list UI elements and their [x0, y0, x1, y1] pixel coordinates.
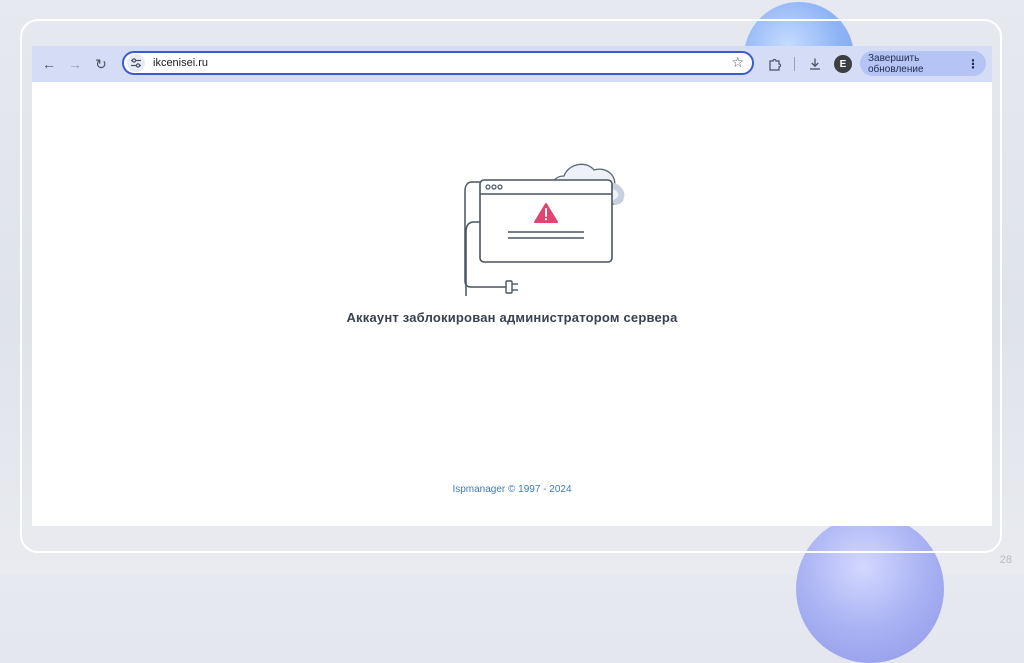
site-info-button[interactable]: [127, 54, 145, 72]
finish-update-button[interactable]: Завершить обновление ⋮: [860, 51, 986, 76]
back-button[interactable]: ←: [38, 53, 60, 75]
forward-arrow-icon: →: [68, 56, 82, 72]
address-bar[interactable]: ikcenisei.ru ☆: [122, 51, 754, 75]
blocked-message: Аккаунт заблокирован администратором сер…: [346, 310, 678, 325]
puzzle-icon: [769, 58, 782, 71]
extensions-button[interactable]: [764, 53, 786, 75]
forward-button[interactable]: →: [64, 53, 86, 75]
download-icon: [810, 58, 820, 70]
slide-number: 28: [999, 554, 1012, 566]
footer-copyright-link[interactable]: Ispmanager © 1997 - 2024: [32, 484, 992, 495]
browser-toolbar: ← → ↻ ikcenisei.ru ☆ E Завершить обновле…: [32, 46, 992, 82]
browser-window: ← → ↻ ikcenisei.ru ☆ E Завершить обновле…: [32, 46, 992, 526]
tune-icon: [131, 58, 141, 68]
bookmark-star-icon[interactable]: ☆: [731, 54, 744, 71]
reload-button[interactable]: ↻: [90, 53, 112, 75]
blocked-account-illustration: [464, 163, 625, 296]
toolbar-separator: [794, 57, 795, 71]
profile-avatar[interactable]: E: [834, 55, 852, 73]
finish-update-label: Завершить обновление: [868, 52, 924, 75]
downloads-button[interactable]: [804, 53, 826, 75]
back-arrow-icon: ←: [42, 56, 56, 72]
url-text[interactable]: ikcenisei.ru: [153, 57, 208, 69]
more-vert-icon[interactable]: ⋮: [967, 57, 979, 71]
reload-icon: ↻: [95, 55, 107, 72]
